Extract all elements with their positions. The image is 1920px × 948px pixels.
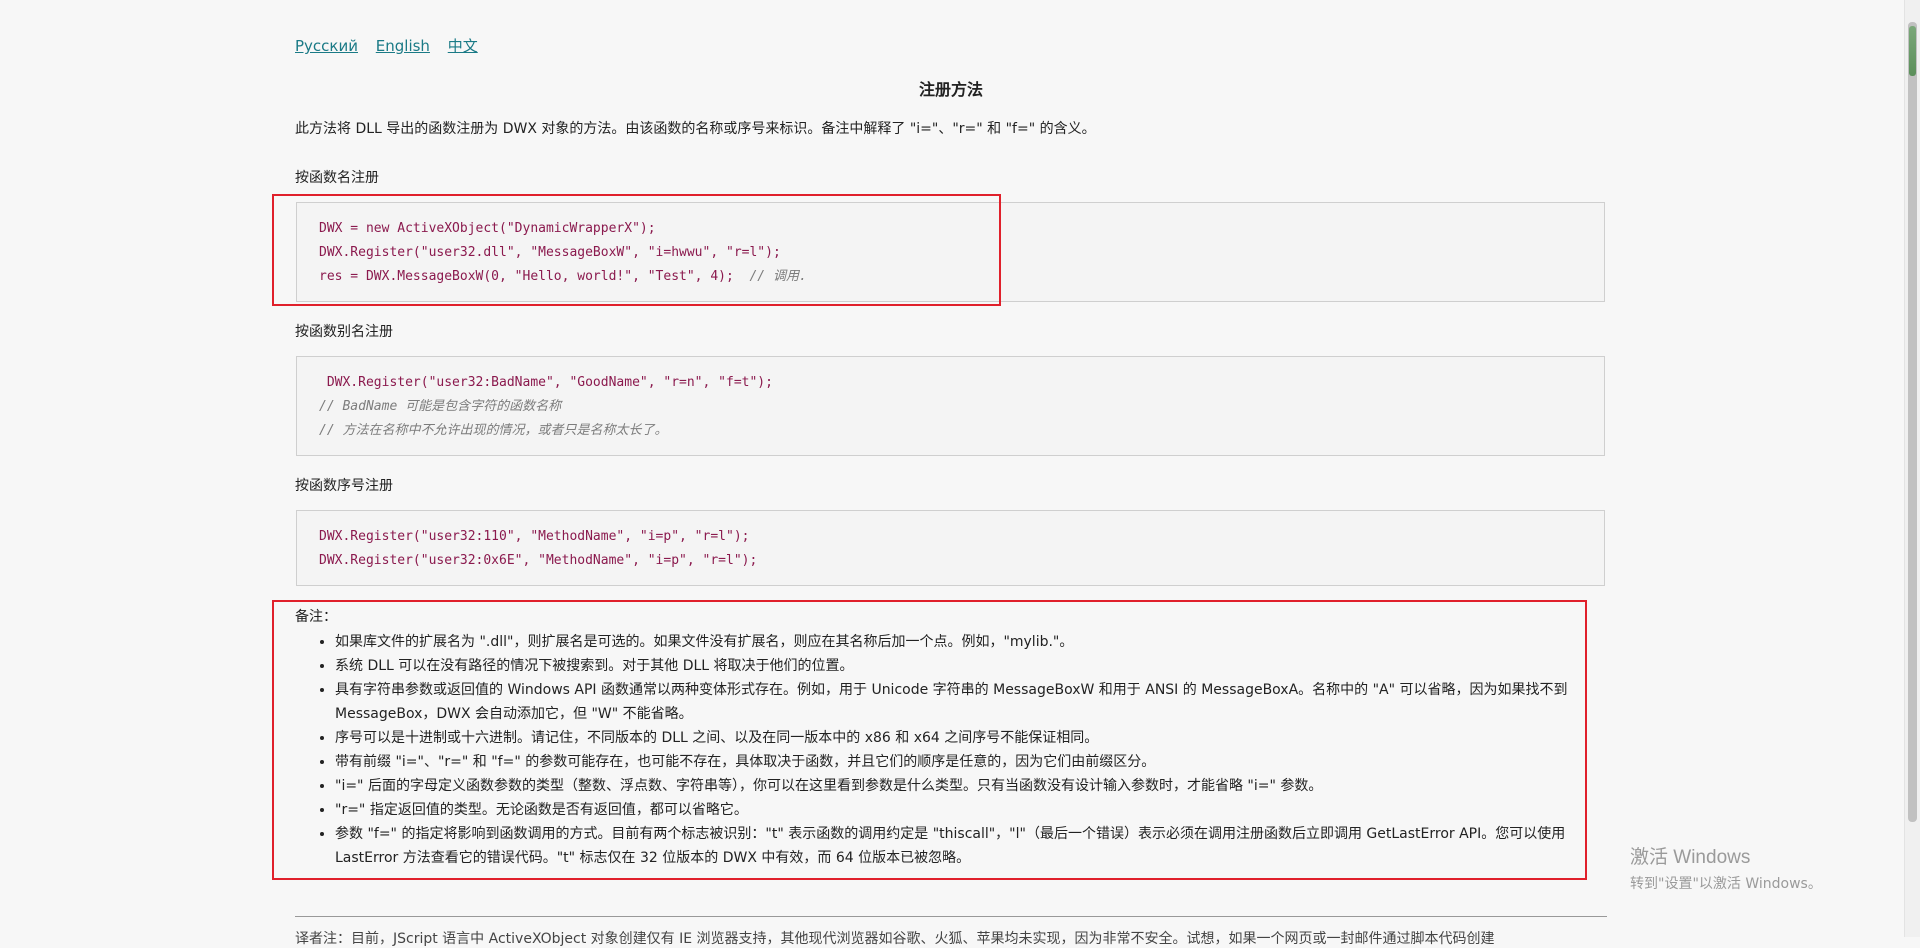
note-item: 参数 "f=" 的指定将影响到函数调用的方式。目前有两个标志被识别："t" 表示…	[335, 822, 1607, 870]
lang-link-chinese[interactable]: 中文	[448, 37, 478, 55]
note-item: 带有前缀 "i="、"r=" 和 "f=" 的参数可能存在，也可能不存在，具体取…	[335, 750, 1607, 774]
note-item: 具有字符串参数或返回值的 Windows API 函数通常以两种变体形式存在。例…	[335, 678, 1607, 726]
note-item: 如果库文件的扩展名为 ".dll"，则扩展名是可选的。如果文件没有扩展名，则应在…	[335, 630, 1607, 654]
code-line: res = DWX.MessageBoxW(0, "Hello, world!"…	[319, 265, 1604, 289]
scrollbar-marker	[1909, 26, 1916, 76]
note-item: "r=" 指定返回值的类型。无论函数是否有返回值，都可以省略它。	[335, 798, 1607, 822]
notes-list: 如果库文件的扩展名为 ".dll"，则扩展名是可选的。如果文件没有扩展名，则应在…	[295, 630, 1607, 870]
lang-link-english[interactable]: English	[376, 37, 430, 55]
page-title: 注册方法	[918, 80, 983, 99]
code-line: DWX.Register("user32.dll", "MessageBoxW"…	[319, 245, 781, 260]
code-line: DWX.Register("user32:0x6E", "MethodName"…	[319, 553, 758, 568]
translator-footnote: 译者注：目前，JScript 语言中 ActiveXObject 对象创建仅有 …	[295, 931, 1495, 947]
code-comment: // 调用.	[749, 269, 807, 284]
footnote-divider	[295, 916, 1607, 917]
note-item: 序号可以是十进制或十六进制。请记住，不同版本的 DLL 之间、以及在同一版本中的…	[335, 726, 1607, 750]
code-block-by-name: DWX = new ActiveXObject("DynamicWrapperX…	[296, 202, 1605, 302]
code-comment: // 方法在名称中不允许出现的情况，或者只是名称太长了。	[319, 423, 668, 438]
section-label-by-alias: 按函数别名注册	[295, 324, 393, 340]
code-block-by-alias: DWX.Register("user32:BadName", "GoodName…	[296, 356, 1605, 456]
vertical-scrollbar[interactable]	[1904, 0, 1920, 937]
note-item: "i=" 后面的字母定义函数参数的类型（整数、浮点数、字符串等），你可以在这里看…	[335, 774, 1607, 798]
code-line: DWX.Register("user32:110", "MethodName",…	[319, 529, 750, 544]
code-text: res = DWX.MessageBoxW(0, "Hello, world!"…	[319, 269, 750, 284]
notes-label: 备注：	[295, 609, 337, 625]
scrollbar-thumb[interactable]	[1908, 22, 1917, 822]
language-switcher: Русский English 中文	[295, 35, 491, 56]
section-label-by-name: 按函数名注册	[295, 170, 379, 186]
code-line: DWX.Register("user32:BadName", "GoodName…	[319, 375, 773, 390]
watermark-title: 激活 Windows	[1630, 847, 1751, 868]
watermark-subtitle: 转到"设置"以激活 Windows。	[1630, 876, 1822, 892]
code-block-by-ordinal: DWX.Register("user32:110", "MethodName",…	[296, 510, 1605, 586]
note-item: 系统 DLL 可以在没有路径的情况下被搜索到。对于其他 DLL 将取决于他们的位…	[335, 654, 1607, 678]
windows-activation-watermark: 激活 Windows 转到"设置"以激活 Windows。	[1630, 842, 1822, 893]
code-comment: // BadName 可能是包含字符的函数名称	[319, 399, 562, 414]
section-label-by-ordinal: 按函数序号注册	[295, 478, 393, 494]
lang-link-russian[interactable]: Русский	[295, 37, 358, 55]
intro-paragraph: 此方法将 DLL 导出的函数注册为 DWX 对象的方法。由该函数的名称或序号来标…	[295, 121, 1096, 137]
code-line: DWX = new ActiveXObject("DynamicWrapperX…	[319, 221, 656, 236]
